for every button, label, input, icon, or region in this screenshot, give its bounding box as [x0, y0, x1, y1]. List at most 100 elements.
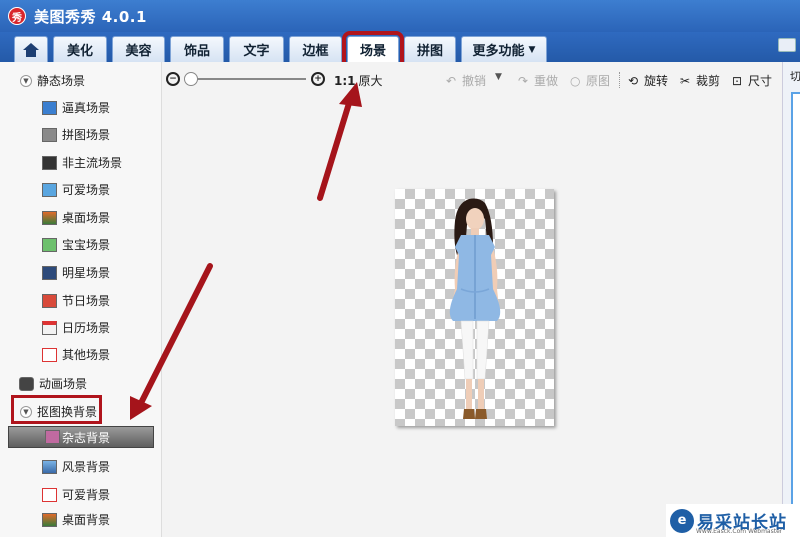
resize-icon: ⊡	[732, 74, 743, 88]
undo-icon: ↶	[446, 74, 457, 88]
group-label: 动画场景	[39, 377, 88, 391]
sidebar-item-label: 宝宝场景	[62, 238, 111, 252]
tab-makeup[interactable]: 美容	[112, 36, 165, 62]
chevron-down-icon: ▼	[528, 44, 536, 55]
actual-size-ratio: 1:1	[334, 73, 356, 88]
sidebar-item-desktop-bg[interactable]: 桌面背景	[42, 511, 110, 528]
sidebar-item-label: 拼图场景	[62, 128, 111, 142]
sidebar-item-baby[interactable]: 宝宝场景	[42, 236, 110, 253]
undo-button[interactable]: ↶ 撤销	[446, 72, 486, 89]
scene-thumb-icon	[42, 100, 57, 115]
tab-beautify[interactable]: 美化	[53, 36, 107, 62]
sidebar-item-label: 节日场景	[62, 294, 111, 308]
group-animated-scenes[interactable]: 动画场景	[19, 375, 87, 392]
undo-history-dropdown[interactable]: ▼	[495, 72, 502, 82]
cutout-person-image	[449, 198, 501, 419]
original-label: 原图	[586, 74, 611, 88]
zoom-slider-handle[interactable]	[184, 72, 198, 86]
redo-button[interactable]: ↷ 重做	[518, 72, 558, 89]
sidebar-item-label: 风景背景	[62, 460, 111, 474]
redo-icon: ↷	[518, 74, 529, 88]
sidebar-item-other[interactable]: 其他场景	[42, 346, 110, 363]
scene-thumb-icon	[45, 430, 60, 444]
undo-label: 撤销	[462, 74, 487, 88]
tab-accessories[interactable]: 饰品	[170, 36, 224, 62]
tab-collage[interactable]: 拼图	[404, 36, 456, 62]
sidebar-item-desktop[interactable]: 桌面场景	[42, 209, 110, 226]
group-static-scenes[interactable]: ▼ 静态场景	[20, 72, 85, 89]
scene-thumb-icon	[42, 210, 57, 225]
app-logo-icon: 秀	[8, 7, 26, 25]
sidebar-item-collage[interactable]: 拼图场景	[42, 126, 110, 143]
tab-scene[interactable]: 场景	[342, 31, 404, 67]
heart-icon	[42, 347, 57, 362]
toolbar-divider	[619, 72, 620, 88]
zoom-slider-track[interactable]	[190, 78, 306, 80]
image-canvas[interactable]	[395, 189, 554, 426]
redo-label: 重做	[534, 74, 559, 88]
original-button[interactable]: ○ 原图	[570, 72, 610, 89]
tab-more-features[interactable]: 更多功能 ▼	[461, 36, 547, 62]
tab-home[interactable]	[14, 36, 48, 62]
rotate-icon: ⟲	[628, 74, 639, 88]
sidebar-item-label: 桌面背景	[62, 513, 111, 527]
scene-thumb-icon	[42, 293, 57, 308]
zoom-in-icon[interactable]: +	[311, 72, 325, 86]
tab-frame[interactable]: 边框	[289, 36, 342, 62]
watermark-url: Www.Easck.Com Webmaster	[696, 528, 783, 535]
tab-more-label: 更多功能	[472, 44, 525, 59]
scene-thumb-icon	[42, 487, 57, 502]
zoom-out-icon[interactable]: −	[166, 72, 180, 86]
actual-size-label: 原大	[358, 74, 383, 88]
animation-icon	[19, 376, 34, 391]
crop-label: 裁剪	[696, 74, 721, 88]
scene-thumb-icon	[42, 237, 57, 252]
sidebar-item-celebrity[interactable]: 明星场景	[42, 264, 110, 281]
resize-label: 尺寸	[748, 74, 773, 88]
image-toolbar: − + 1:1 原大 ↶ 撤销 ▼ ↷ 重做 ○ 原图 ⟲ 旋转 ✂ 裁剪 ⊡ …	[162, 62, 782, 98]
site-watermark: e 易采站长站 Www.Easck.Com Webmaster	[666, 504, 800, 537]
sidebar-item-label: 其他场景	[62, 348, 111, 362]
scene-sidebar: ▼ 静态场景 逼真场景 拼图场景 非主流场景 可爱场景 桌面场景 宝宝场景 明星…	[0, 62, 162, 537]
home-icon	[23, 42, 39, 57]
sidebar-item-label: 可爱背景	[62, 488, 111, 502]
sidebar-item-holiday[interactable]: 节日场景	[42, 292, 110, 309]
title-bar: 秀 美图秀秀 4.0.1	[0, 0, 800, 32]
right-panel-card[interactable]	[791, 92, 800, 532]
sidebar-item-cute-bg[interactable]: 可爱背景	[42, 486, 110, 503]
sidebar-item-magazine-selected[interactable]: 杂志背景	[8, 426, 154, 448]
tab-text[interactable]: 文字	[229, 36, 284, 62]
sidebar-item-label: 桌面场景	[62, 211, 111, 225]
main-tab-bar: 美化 美容 饰品 文字 边框 场景 拼图 更多功能 ▼	[0, 31, 800, 67]
right-panel-label: 切	[790, 70, 800, 83]
app-title: 美图秀秀 4.0.1	[34, 7, 147, 26]
sidebar-item-calendar[interactable]: 日历场景	[42, 319, 110, 336]
sidebar-item-label: 非主流场景	[62, 156, 123, 170]
sidebar-item-label: 杂志背景	[62, 430, 111, 445]
folder-icon[interactable]	[778, 38, 796, 52]
sidebar-item-cute[interactable]: 可爱场景	[42, 181, 110, 198]
scissors-icon: ✂	[680, 74, 691, 88]
scene-thumb-icon	[42, 155, 57, 170]
actual-size-button[interactable]: 1:1 原大	[334, 72, 383, 89]
scene-thumb-icon	[42, 127, 57, 142]
scene-thumb-icon	[42, 265, 57, 280]
scene-thumb-icon	[42, 182, 57, 197]
sidebar-item-realistic[interactable]: 逼真场景	[42, 99, 110, 116]
collapse-toggle-icon: ▼	[20, 74, 32, 87]
sidebar-item-nonmainstream[interactable]: 非主流场景	[42, 154, 122, 171]
crop-button[interactable]: ✂ 裁剪	[680, 72, 720, 89]
original-icon: ○	[570, 74, 581, 88]
sidebar-item-label: 明星场景	[62, 266, 111, 280]
sidebar-item-label: 可爱场景	[62, 183, 111, 197]
sidebar-item-landscape-bg[interactable]: 风景背景	[42, 458, 110, 475]
right-panel: 切	[782, 62, 800, 537]
sidebar-item-label: 日历场景	[62, 321, 111, 335]
group-label: 静态场景	[37, 74, 86, 88]
scene-thumb-icon	[42, 459, 57, 474]
highlight-box	[11, 395, 102, 424]
scene-thumb-icon	[42, 512, 57, 527]
resize-button[interactable]: ⊡ 尺寸	[732, 72, 772, 89]
rotate-button[interactable]: ⟲ 旋转	[628, 72, 668, 89]
sidebar-item-label: 逼真场景	[62, 101, 111, 115]
